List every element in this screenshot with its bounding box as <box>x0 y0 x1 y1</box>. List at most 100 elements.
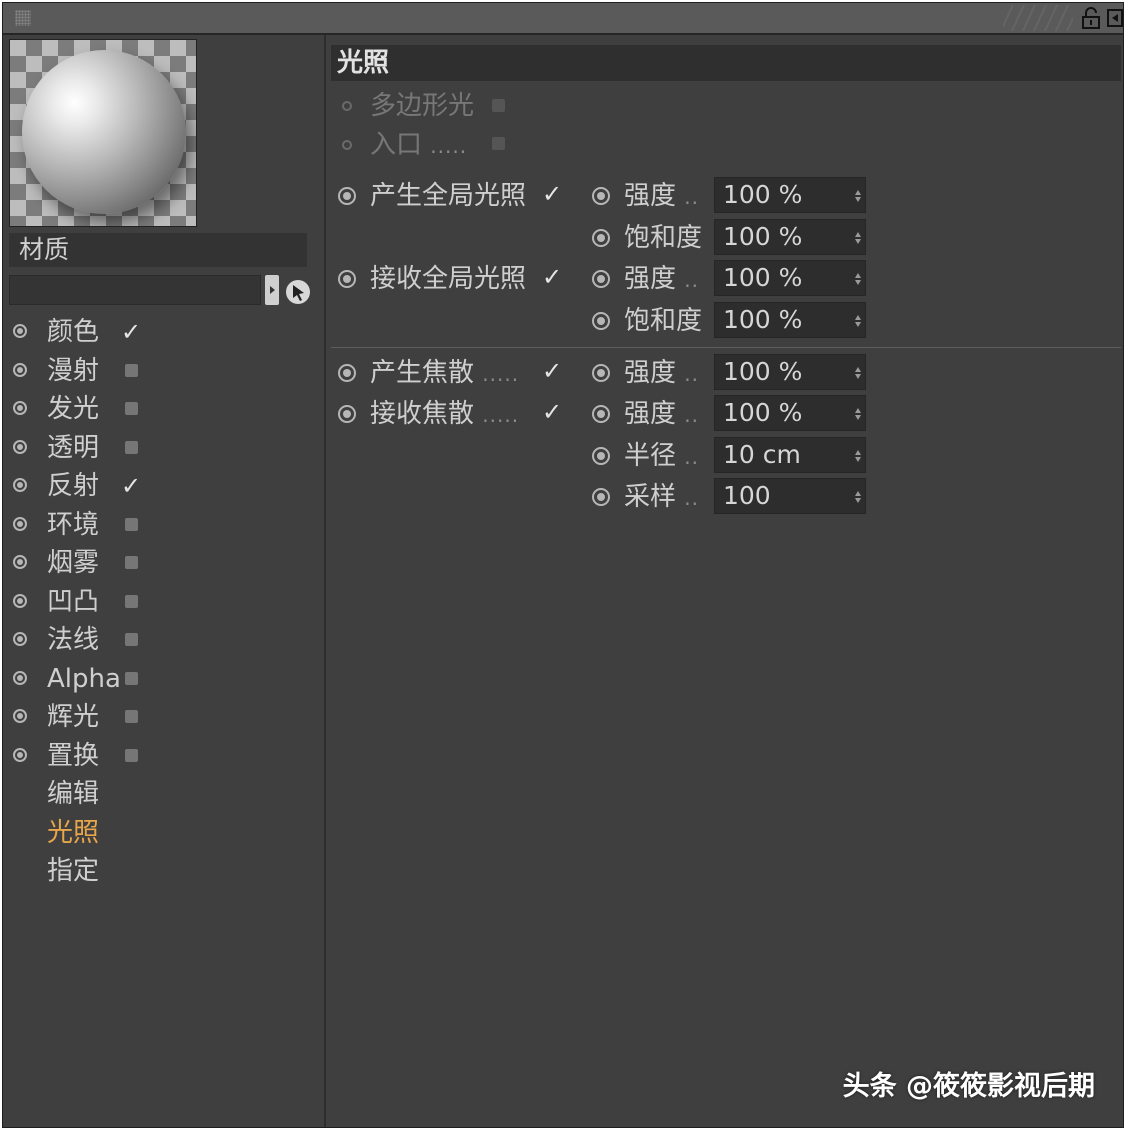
channel-row[interactable]: 辉光 <box>13 700 313 736</box>
material-link-field[interactable] <box>9 275 261 305</box>
ca-gen-strength-field[interactable]: 100 % <box>714 354 866 390</box>
caustic-generate-radio[interactable] <box>338 364 356 382</box>
picker-arrow-icon[interactable] <box>285 279 311 305</box>
gi-generate-radio[interactable] <box>338 187 356 205</box>
channel-checkbox[interactable] <box>125 710 138 723</box>
material-link-arrow-button[interactable] <box>265 275 279 305</box>
ca-samples-radio[interactable] <box>592 488 610 506</box>
channel-radio[interactable] <box>13 709 27 723</box>
channel-checkbox[interactable]: ✓ <box>121 469 141 503</box>
channel-row[interactable]: Alpha <box>13 662 313 698</box>
ca-radius-radio[interactable] <box>592 447 610 465</box>
channel-checkbox[interactable] <box>125 748 138 762</box>
menu-item[interactable]: 指定 <box>47 854 99 888</box>
portal-label: 入口 ..... <box>370 130 468 160</box>
ca-gen-strength-radio[interactable] <box>592 364 610 382</box>
channel-checkbox[interactable] <box>125 633 138 646</box>
gi-rec-saturation-radio[interactable] <box>592 312 610 330</box>
channel-radio[interactable] <box>13 324 27 338</box>
channel-label[interactable]: 辉光 <box>47 700 99 734</box>
channel-row[interactable]: 反射 ✓ <box>13 469 313 505</box>
gi-rec-saturation-field[interactable]: 100 % <box>714 302 866 338</box>
ca-samples-field[interactable]: 100 <box>714 478 866 514</box>
channel-checkbox[interactable] <box>125 517 138 531</box>
ca-rec-strength-radio[interactable] <box>592 405 610 423</box>
channel-checkbox[interactable] <box>125 556 138 569</box>
channel-label[interactable]: Alpha <box>47 662 121 696</box>
channel-checkbox[interactable]: ✓ <box>121 315 141 349</box>
gi-rec-strength-field[interactable]: 100 % <box>714 260 866 296</box>
spinner-icon[interactable] <box>855 315 861 327</box>
channel-label[interactable]: 置换 <box>47 739 99 773</box>
channel-checkbox[interactable] <box>125 671 138 685</box>
spinner-icon[interactable] <box>855 491 861 503</box>
caustic-generate-checkbox[interactable]: ✓ <box>542 354 562 388</box>
channel-radio[interactable] <box>13 747 27 762</box>
menu-item[interactable]: 编辑 <box>47 777 99 811</box>
polygon-light-label: 多边形光 <box>370 91 475 121</box>
channel-radio[interactable] <box>13 632 27 646</box>
spinner-icon[interactable] <box>855 273 861 285</box>
polygon-light-checkbox[interactable] <box>492 99 505 112</box>
spinner-icon[interactable] <box>855 367 861 379</box>
channel-label[interactable]: 法线 <box>47 623 99 657</box>
channel-radio[interactable] <box>13 439 27 454</box>
channel-checkbox[interactable] <box>125 594 138 608</box>
ca-radius-label: 半径 .. <box>624 441 699 471</box>
gi-generate-label: 产生全局光照 <box>370 181 527 211</box>
spinner-icon[interactable] <box>855 450 861 462</box>
ca-radius-field[interactable]: 10 cm <box>714 437 866 473</box>
caustic-receive-checkbox[interactable]: ✓ <box>542 395 562 429</box>
new-window-icon[interactable] <box>1107 9 1123 27</box>
channel-radio[interactable] <box>13 401 27 415</box>
spinner-icon[interactable] <box>855 190 861 202</box>
channel-label[interactable]: 反射 <box>47 469 99 503</box>
channel-radio[interactable] <box>13 670 27 685</box>
channel-radio[interactable] <box>13 516 27 531</box>
material-preview[interactable] <box>9 39 197 227</box>
ca-samples-label: 采样 .. <box>624 482 699 512</box>
gi-receive-radio[interactable] <box>338 270 356 288</box>
gi-receive-checkbox[interactable]: ✓ <box>542 260 562 294</box>
channel-row[interactable]: 环境 <box>13 508 313 544</box>
channel-row[interactable]: 法线 <box>13 623 313 659</box>
channel-row[interactable]: 透明 <box>13 431 313 467</box>
channel-label[interactable]: 颜色 <box>47 315 99 349</box>
channel-row[interactable]: 漫射 <box>13 354 313 390</box>
channel-label[interactable]: 烟雾 <box>47 546 99 580</box>
lock-icon[interactable] <box>1081 7 1101 29</box>
gi-gen-saturation-radio[interactable] <box>592 229 610 247</box>
material-name-label[interactable]: 材质 <box>9 233 307 267</box>
channel-checkbox[interactable] <box>125 440 138 454</box>
channel-row[interactable]: 发光 <box>13 392 313 428</box>
portal-radio[interactable] <box>342 140 352 150</box>
gi-rec-strength-radio[interactable] <box>592 270 610 288</box>
channel-radio[interactable] <box>13 593 27 608</box>
grip-icon[interactable] <box>15 10 31 26</box>
spinner-icon[interactable] <box>855 408 861 420</box>
polygon-light-radio[interactable] <box>342 101 352 111</box>
channel-label[interactable]: 透明 <box>47 431 99 465</box>
channel-radio[interactable] <box>13 362 27 377</box>
gi-gen-strength-field[interactable]: 100 % <box>714 177 866 213</box>
channel-row[interactable]: 凹凸 <box>13 585 313 621</box>
channel-radio[interactable] <box>13 555 27 569</box>
channel-radio[interactable] <box>13 478 27 492</box>
channel-label[interactable]: 凹凸 <box>47 585 99 619</box>
channel-checkbox[interactable] <box>125 402 138 415</box>
gi-generate-checkbox[interactable]: ✓ <box>542 177 562 211</box>
channel-row[interactable]: 颜色 ✓ <box>13 315 313 351</box>
channel-row[interactable]: 烟雾 <box>13 546 313 582</box>
caustic-receive-radio[interactable] <box>338 405 356 423</box>
channel-checkbox[interactable] <box>125 363 138 377</box>
channel-label[interactable]: 漫射 <box>47 354 99 388</box>
gi-gen-strength-radio[interactable] <box>592 187 610 205</box>
channel-label[interactable]: 环境 <box>47 508 99 542</box>
ca-rec-strength-field[interactable]: 100 % <box>714 395 866 431</box>
channel-row[interactable]: 置换 <box>13 739 313 775</box>
menu-item[interactable]: 光照 <box>47 816 99 850</box>
portal-checkbox[interactable] <box>492 137 505 150</box>
channel-label[interactable]: 发光 <box>47 392 99 426</box>
spinner-icon[interactable] <box>855 232 861 244</box>
gi-gen-saturation-field[interactable]: 100 % <box>714 219 866 255</box>
